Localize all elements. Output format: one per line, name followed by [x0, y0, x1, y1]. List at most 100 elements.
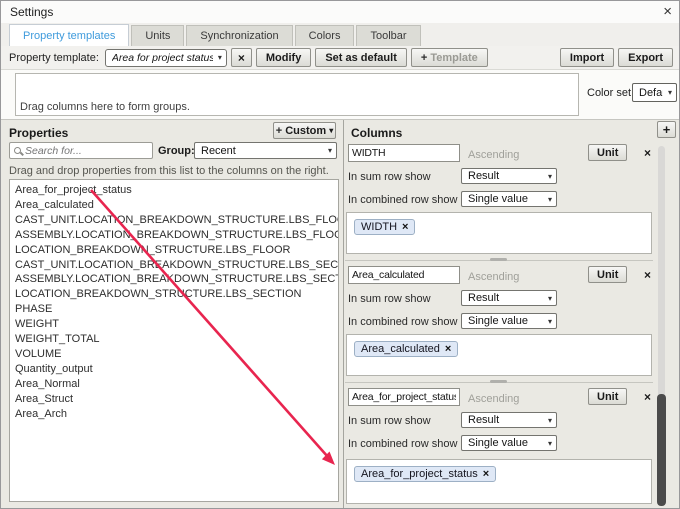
column-card-area-for-project-status: Ascending Unit × In sum row show Result … [345, 385, 653, 509]
import-button[interactable]: Import [560, 48, 614, 67]
sum-row-label: In sum row show [348, 415, 431, 427]
group-drop-hint: Drag columns here to form groups. [20, 101, 190, 113]
export-button[interactable]: Export [618, 48, 673, 67]
color-set-select[interactable]: Default ▾ [632, 83, 677, 102]
list-item[interactable]: ASSEMBLY.LOCATION_BREAKDOWN_STRUCTURE.LB… [15, 272, 338, 287]
list-item[interactable]: Area_Struct [15, 392, 338, 407]
list-item[interactable]: WEIGHT_TOTAL [15, 332, 338, 347]
property-template-label: Property template: [9, 52, 99, 64]
list-item[interactable]: Area_calculated [15, 198, 338, 213]
group-label: Group: [158, 145, 195, 157]
list-item[interactable]: Area_for_project_status [15, 183, 338, 198]
settings-window: Settings × Property templates Units Sync… [0, 0, 680, 509]
tab-units[interactable]: Units [131, 25, 184, 46]
chip-remove-icon[interactable]: × [445, 343, 451, 355]
properties-list: Area_for_project_status Area_calculated … [9, 179, 339, 502]
chevron-down-icon: ▾ [668, 88, 672, 97]
set-as-default-button[interactable]: Set as default [315, 48, 407, 67]
property-template-select[interactable]: Area for project status ▾ [105, 49, 227, 67]
column-card-area-calculated: Ascending Unit × In sum row show Result … [345, 263, 653, 382]
combined-row-select[interactable]: Single value ▾ [461, 435, 557, 451]
resize-grip[interactable] [490, 258, 507, 261]
chip-remove-icon[interactable]: × [483, 468, 489, 480]
chip-remove-icon[interactable]: × [402, 221, 408, 233]
list-item[interactable]: Quantity_output [15, 362, 338, 377]
combined-row-label: In combined row show [348, 194, 457, 206]
column-name-input[interactable] [348, 266, 460, 284]
combined-row-value: Single value [468, 193, 543, 205]
column-card-width: Ascending Unit × In sum row show Result … [345, 141, 653, 260]
sum-row-value: Result [468, 292, 543, 304]
property-chip[interactable]: WIDTH × [354, 219, 415, 235]
sum-row-select[interactable]: Result ▾ [461, 290, 557, 306]
chevron-down-icon: ▾ [218, 53, 222, 62]
chip-label: WIDTH [361, 221, 397, 233]
modify-button[interactable]: Modify [256, 48, 311, 67]
columns-title: Columns [351, 126, 402, 140]
list-item[interactable]: Area_Arch [15, 407, 338, 422]
tab-toolbar[interactable]: Toolbar [356, 25, 420, 46]
columns-scrollbar[interactable] [656, 146, 667, 505]
list-item[interactable]: PHASE [15, 302, 338, 317]
group-select-value: Recent [201, 145, 323, 157]
clear-template-button[interactable]: × [231, 48, 252, 67]
add-template-label: Template [430, 52, 477, 64]
chevron-down-icon: ▾ [548, 439, 552, 448]
property-drop-zone[interactable]: Area_for_project_status × [346, 459, 652, 504]
property-chip[interactable]: Area_for_project_status × [354, 466, 496, 482]
titlebar: Settings × [1, 1, 679, 23]
add-template-button[interactable]: + Template [411, 48, 488, 67]
remove-column-icon[interactable]: × [644, 269, 651, 281]
unit-button[interactable]: Unit [588, 388, 627, 405]
property-drop-zone[interactable]: WIDTH × [346, 212, 652, 254]
column-name-input[interactable] [348, 388, 460, 406]
remove-column-icon[interactable]: × [644, 391, 651, 403]
add-column-button[interactable]: + [657, 121, 676, 138]
window-close-icon[interactable]: × [663, 3, 672, 21]
property-template-value: Area for project status [112, 52, 213, 64]
combined-row-label: In combined row show [348, 438, 457, 450]
sort-order-label: Ascending [468, 149, 519, 161]
sort-order-label: Ascending [468, 271, 519, 283]
remove-column-icon[interactable]: × [644, 147, 651, 159]
list-item[interactable]: WEIGHT [15, 317, 338, 332]
list-item[interactable]: ASSEMBLY.LOCATION_BREAKDOWN_STRUCTURE.LB… [15, 228, 338, 243]
list-item[interactable]: CAST_UNIT.LOCATION_BREAKDOWN_STRUCTURE.L… [15, 258, 338, 273]
properties-panel: Properties + Custom ▾ Group: Recent ▾ Dr… [1, 120, 344, 508]
tab-bar: Property templates Units Synchronization… [1, 23, 679, 46]
sum-row-select[interactable]: Result ▾ [461, 412, 557, 428]
unit-button[interactable]: Unit [588, 266, 627, 283]
tab-synchronization[interactable]: Synchronization [186, 25, 292, 46]
list-item[interactable]: CAST_UNIT.LOCATION_BREAKDOWN_STRUCTURE.L… [15, 213, 338, 228]
property-drop-zone[interactable]: Area_calculated × [346, 334, 652, 376]
add-custom-button[interactable]: + Custom ▾ [273, 122, 336, 139]
main-area: Properties + Custom ▾ Group: Recent ▾ Dr… [1, 120, 679, 508]
chevron-down-icon: ▾ [329, 126, 333, 135]
group-drop-zone[interactable]: Drag columns here to form groups. [15, 73, 579, 116]
search-input[interactable] [25, 145, 148, 157]
plus-icon: + [663, 122, 671, 137]
resize-grip[interactable] [490, 380, 507, 383]
sum-row-value: Result [468, 414, 543, 426]
sum-row-value: Result [468, 170, 543, 182]
chevron-down-icon: ▾ [548, 195, 552, 204]
property-chip[interactable]: Area_calculated × [354, 341, 458, 357]
color-set-label: Color set: [587, 87, 634, 99]
sum-row-label: In sum row show [348, 293, 431, 305]
list-item[interactable]: VOLUME [15, 347, 338, 362]
list-item[interactable]: Area_Normal [15, 377, 338, 392]
sum-row-select[interactable]: Result ▾ [461, 168, 557, 184]
tab-colors[interactable]: Colors [295, 25, 355, 46]
combined-row-select[interactable]: Single value ▾ [461, 191, 557, 207]
tab-property-templates[interactable]: Property templates [9, 24, 129, 46]
group-select[interactable]: Recent ▾ [194, 142, 337, 159]
list-item[interactable]: LOCATION_BREAKDOWN_STRUCTURE.LBS_SECTION [15, 287, 338, 302]
scrollbar-thumb[interactable] [657, 394, 666, 506]
plus-icon: + [421, 52, 427, 64]
chevron-down-icon: ▾ [548, 294, 552, 303]
unit-button[interactable]: Unit [588, 144, 627, 161]
combined-row-select[interactable]: Single value ▾ [461, 313, 557, 329]
list-item[interactable]: LOCATION_BREAKDOWN_STRUCTURE.LBS_FLOOR [15, 243, 338, 258]
column-name-input[interactable] [348, 144, 460, 162]
plus-icon: + [276, 125, 282, 137]
